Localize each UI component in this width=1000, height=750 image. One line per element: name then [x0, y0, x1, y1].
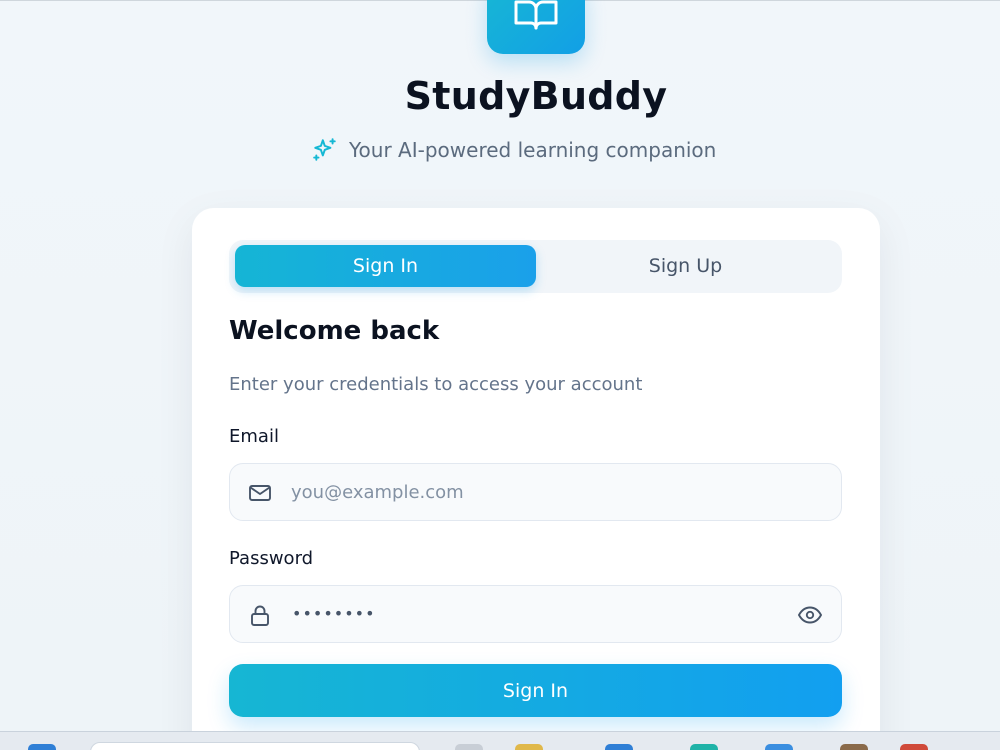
start-icon[interactable]	[28, 744, 56, 750]
book-open-icon	[514, 0, 558, 30]
taskbar-app-icon[interactable]	[690, 744, 718, 750]
mail-icon	[248, 482, 272, 508]
form-heading: Welcome back	[229, 316, 440, 346]
taskbar-app-icon[interactable]	[765, 744, 793, 750]
tab-sign-in[interactable]: Sign In	[235, 245, 536, 287]
password-input[interactable]: ••••••••	[292, 586, 376, 642]
lock-icon	[248, 604, 272, 630]
tagline-text: Your AI-powered learning companion	[349, 138, 717, 162]
app-logo	[487, 0, 585, 54]
eye-icon[interactable]	[797, 604, 823, 630]
taskbar-app-icon[interactable]	[455, 744, 483, 750]
form-description: Enter your credentials to access your ac…	[229, 374, 643, 395]
sparkles-icon	[313, 138, 336, 161]
auth-tabs: Sign In Sign Up	[229, 240, 842, 293]
taskbar-app-icon[interactable]	[900, 744, 928, 750]
email-field[interactable]	[229, 463, 842, 521]
auth-card: Sign In Sign Up Welcome back Enter your …	[192, 208, 880, 750]
password-field[interactable]: ••••••••	[229, 585, 842, 643]
email-input[interactable]	[291, 464, 771, 520]
taskbar-app-icon[interactable]	[840, 744, 868, 750]
taskbar-search[interactable]	[90, 742, 420, 750]
sign-in-button[interactable]: Sign In	[229, 664, 842, 717]
app-title: StudyBuddy	[404, 74, 668, 118]
taskbar	[0, 731, 1000, 750]
tab-sign-up[interactable]: Sign Up	[535, 245, 836, 287]
password-label: Password	[229, 548, 314, 569]
taskbar-app-icon[interactable]	[605, 744, 633, 750]
tagline: Your AI-powered learning companion	[312, 137, 716, 163]
folder-icon[interactable]	[515, 744, 543, 750]
email-label: Email	[229, 426, 279, 447]
